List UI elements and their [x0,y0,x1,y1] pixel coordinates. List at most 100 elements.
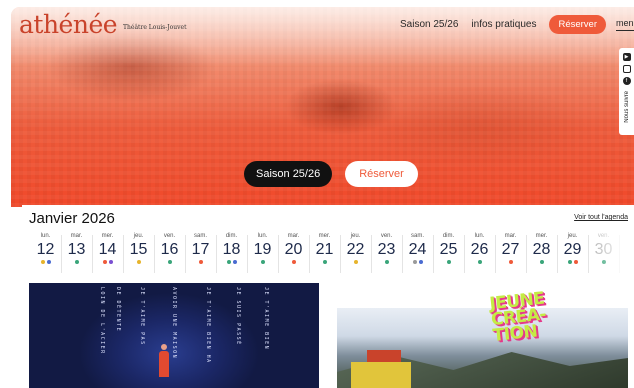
show-card-2[interactable] [337,308,628,388]
calendar-day-name: mar. [70,233,83,239]
event-dots [92,260,123,265]
calendar-day[interactable]: jeu. 29 [557,231,588,281]
calendar-day-number: 29 [563,241,582,258]
calendar-day-number: 20 [284,241,303,258]
event-dots [495,260,526,265]
calendar-day-name: jeu. [133,233,144,239]
calendar-day-number: 26 [470,241,489,258]
main-nav: Saison 25/26 infos pratiques Réserver me… [400,7,634,41]
calendar-days: lun. 12 mar. 13 mer. 14 jeu. 15 ven. 16 sam. 17 dim.… [30,231,634,281]
calendar-day-number: 23 [377,241,396,258]
event-dot [136,260,141,264]
calendar-day-number: 25 [439,241,458,258]
reserve-button[interactable]: Réserver [549,14,606,34]
calendar-day[interactable]: dim. 25 [433,231,464,281]
event-dot [167,260,172,264]
facebook-icon[interactable]: f [622,77,631,85]
card-text-column: DE DÉTENTE [115,287,121,333]
calendar-day-name: dim. [442,233,455,239]
calendar-day[interactable]: ven. 16 [154,231,185,281]
event-dots [247,260,278,265]
calendar-day[interactable]: lun. 19 [247,231,278,281]
calendar-day-number: 15 [129,241,148,258]
social-label: Nous suivre [623,91,630,123]
jeune-creation-badge: JEUNE CRÉA- TION [489,288,574,346]
event-dot [353,260,358,264]
calendar-day-name: mar. [287,233,300,239]
card-text-column: JE T'AIME BIEN HA [205,287,211,364]
event-dots [340,260,371,265]
event-dot [74,260,79,264]
nav-season-link[interactable]: Saison 25/26 [400,19,458,30]
event-dot [291,260,296,264]
calendar-day-number: 21 [315,241,334,258]
event-dot [477,260,482,264]
calendar-day[interactable]: mer. 14 [92,231,123,281]
event-dot [384,260,389,264]
event-dots [433,260,464,265]
event-dots [216,260,247,265]
event-dot [539,260,544,264]
event-dots [402,260,433,265]
hero-reserve-button[interactable]: Réserver [345,161,418,187]
calendar-day[interactable]: mar. 27 [495,231,526,281]
calendar-fade [594,225,634,285]
calendar-day[interactable]: jeu. 15 [123,231,154,281]
calendar-left-band [11,207,22,287]
event-dot [232,260,237,264]
yellow-structure [351,362,411,388]
event-dots [123,260,154,265]
hero-season-button[interactable]: Saison 25/26 [244,161,333,187]
event-dot [508,260,513,264]
event-dot [46,260,51,264]
event-dot [108,260,113,264]
calendar-day-name: mer. [101,233,114,239]
calendar-day-name: sam. [193,233,207,239]
calendar-day-number: 12 [36,241,55,258]
menu-button[interactable]: menu [616,18,634,31]
show-card-1[interactable]: LOIN DE L'ACIER DE DÉTENTE JE T'AIME PAS… [29,283,319,388]
calendar-day-name: dim. [225,233,238,239]
event-dot [567,260,572,264]
calendar-day-name: ven. [380,233,393,239]
calendar-day[interactable]: mar. 13 [61,231,92,281]
event-dots [371,260,402,265]
logo[interactable]: athénée [19,12,118,37]
calendar-day-name: mar. [504,233,517,239]
see-all-agenda-link[interactable]: Voir tout l'agenda [574,214,628,221]
event-dots [185,260,216,265]
card-text-column: JE T'AIME BIEN [263,287,269,351]
nav-info-link[interactable]: infos pratiques [471,19,536,30]
instagram-icon[interactable] [622,65,631,73]
calendar-day-name: lun. [474,233,485,239]
calendar-day[interactable]: dim. 18 [216,231,247,281]
calendar-day-number: 24 [408,241,427,258]
event-dots [61,260,92,265]
event-dot [412,260,417,264]
calendar-day-name: lun. [257,233,268,239]
calendar-day[interactable]: ven. 23 [371,231,402,281]
event-dots [526,260,557,265]
calendar-day-number: 28 [532,241,551,258]
calendar-day[interactable]: sam. 17 [185,231,216,281]
card-text-column: AVOIR UNE MAISON [171,287,177,360]
calendar-day-name: ven. [163,233,176,239]
calendar-day-number: 22 [346,241,365,258]
calendar-day-name: jeu. [350,233,361,239]
calendar-day[interactable]: sam. 24 [402,231,433,281]
event-dots [309,260,340,265]
event-dot [198,260,203,264]
calendar-day-number: 13 [67,241,86,258]
calendar-day[interactable]: mer. 28 [526,231,557,281]
event-dots [278,260,309,265]
calendar-day[interactable]: lun. 12 [30,231,61,281]
calendar-day[interactable]: mar. 20 [278,231,309,281]
calendar-day[interactable]: lun. 26 [464,231,495,281]
youtube-icon[interactable]: ▶ [622,53,631,61]
event-dot [418,260,423,264]
calendar-day[interactable]: mer. 21 [309,231,340,281]
calendar-day[interactable]: jeu. 22 [340,231,371,281]
calendar-day-number: 16 [160,241,179,258]
calendar-day-number: 18 [222,241,241,258]
logo-subtitle: Théâtre Louis-Jouvet [123,23,187,31]
